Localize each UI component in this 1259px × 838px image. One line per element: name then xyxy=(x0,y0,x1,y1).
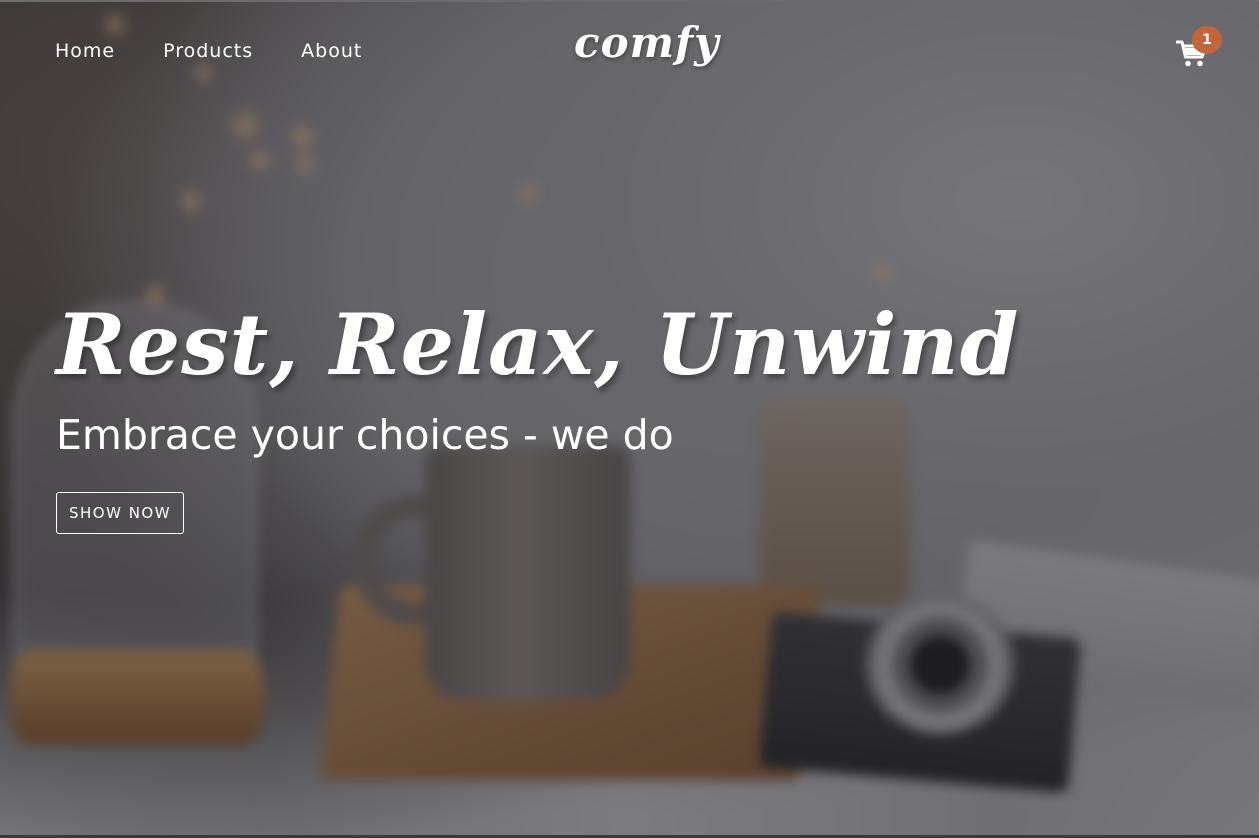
nav-link-products[interactable]: Products xyxy=(163,40,253,62)
nav-links: Home Products About xyxy=(55,40,410,62)
show-now-button[interactable]: SHOW NOW xyxy=(56,492,185,534)
navbar: Home Products About comfy 1 xyxy=(0,0,1259,105)
cart-count-badge: 1 xyxy=(1192,26,1222,54)
hero-section: Home Products About comfy 1 Rest, Relax,… xyxy=(0,0,1259,838)
banner: Rest, Relax, Unwind Embrace your choices… xyxy=(56,290,1019,534)
cart-button[interactable]: 1 xyxy=(1172,26,1226,76)
nav-link-about[interactable]: About xyxy=(301,40,362,62)
banner-title: Rest, Relax, Unwind xyxy=(56,295,1020,394)
nav-link-home[interactable]: Home xyxy=(55,40,115,62)
banner-subtitle: Embrace your choices - we do xyxy=(56,411,674,459)
brand-logo[interactable]: comfy xyxy=(574,18,720,67)
